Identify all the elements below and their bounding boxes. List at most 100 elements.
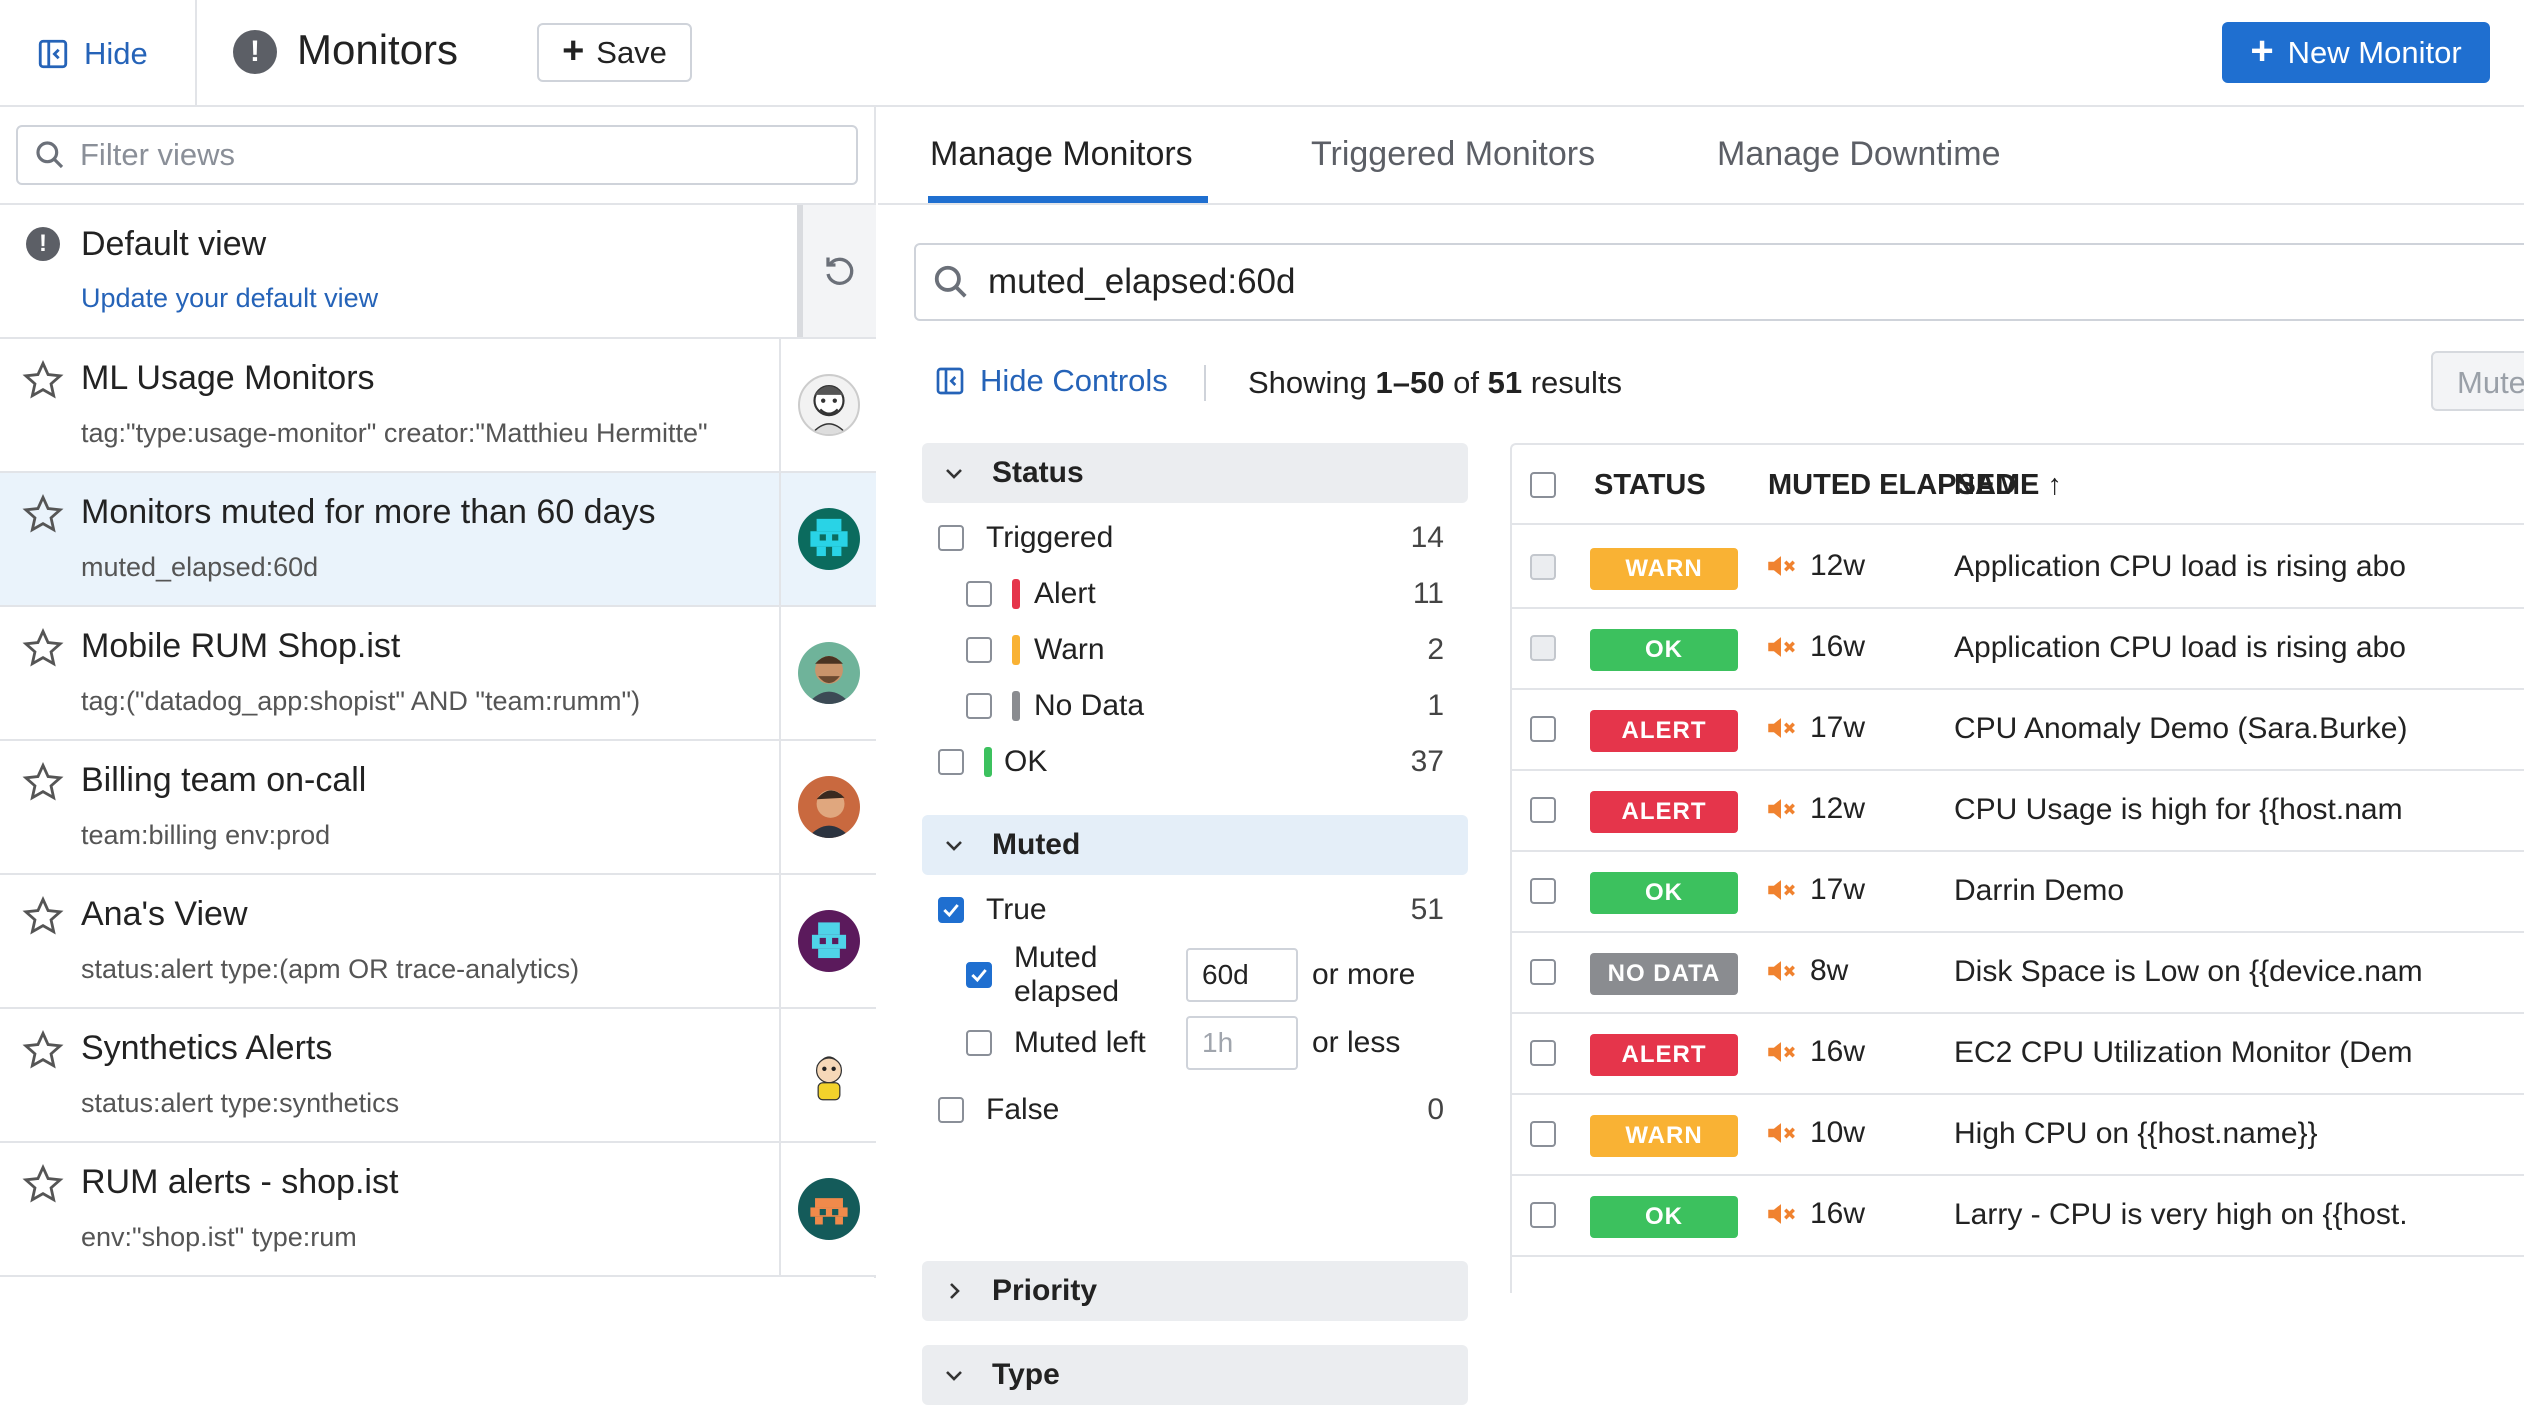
facet-option-ok[interactable]: OK 37 xyxy=(922,737,1468,787)
muted-speaker-icon xyxy=(1768,556,1795,576)
default-view-item[interactable]: ! Default view Update your default view xyxy=(0,205,876,337)
facet-option-muted-left[interactable]: Muted left 1h or less xyxy=(922,1015,1468,1071)
star-icon[interactable] xyxy=(22,895,64,937)
monitor-name-link[interactable]: Application CPU load is rising abo xyxy=(1954,631,2406,665)
saved-view-query: tag:"type:usage-monitor" creator:"Matthi… xyxy=(81,418,708,448)
avatar xyxy=(797,1044,860,1106)
facet-option-muted-false[interactable]: False 0 xyxy=(922,1085,1468,1135)
row-checkbox[interactable] xyxy=(1530,1121,1556,1147)
checkbox[interactable] xyxy=(938,1097,964,1123)
row-checkbox[interactable] xyxy=(1530,1202,1556,1228)
table-row[interactable]: WARN 10w High CPU on {{host.name}} xyxy=(1512,1094,2524,1176)
tab-triggered-monitors[interactable]: Triggered Monitors xyxy=(1311,135,1595,174)
table-row[interactable]: ALERT 16w EC2 CPU Utilization Monitor (Dem xyxy=(1512,1013,2524,1095)
table-row[interactable]: OK 17w Darrin Demo xyxy=(1512,851,2524,933)
checkbox[interactable] xyxy=(966,1030,992,1056)
filter-views-input[interactable] xyxy=(80,137,840,173)
facet-type-header[interactable]: Type xyxy=(922,1345,1468,1405)
plus-icon: + xyxy=(562,30,585,72)
saved-view-item[interactable]: Mobile RUM Shop.ist tag:("datadog_app:sh… xyxy=(0,607,876,739)
saved-view-item[interactable]: ML Usage Monitors tag:"type:usage-monito… xyxy=(0,339,876,471)
saved-view-query: muted_elapsed:60d xyxy=(81,552,319,582)
checkbox[interactable] xyxy=(938,525,964,551)
row-checkbox[interactable] xyxy=(1530,554,1556,580)
facet-title: Type xyxy=(992,1358,1060,1391)
table-row[interactable]: OK 16w Larry - CPU is very high on {{host. xyxy=(1512,1175,2524,1257)
facet-status-header[interactable]: Status xyxy=(922,443,1468,503)
avatar-cell xyxy=(779,1143,876,1275)
save-button[interactable]: + Save xyxy=(537,23,692,82)
muted-elapsed-cell: 12w xyxy=(1764,792,1865,826)
facet-option-muted-true[interactable]: True 51 xyxy=(922,885,1468,935)
monitor-name-link[interactable]: CPU Usage is high for {{host.nam xyxy=(1954,793,2403,827)
monitor-name-link[interactable]: Application CPU load is rising abo xyxy=(1954,550,2406,584)
facet-option-triggered[interactable]: Triggered 14 xyxy=(922,513,1468,563)
filter-views-field[interactable] xyxy=(16,125,858,185)
saved-view-item[interactable]: Synthetics Alerts status:alert type:synt… xyxy=(0,1009,876,1141)
status-badge: ALERT xyxy=(1590,710,1738,752)
row-checkbox[interactable] xyxy=(1530,635,1556,661)
monitor-name-link[interactable]: Darrin Demo xyxy=(1954,874,2124,908)
main-panel: Manage Monitors Triggered Monitors Manag… xyxy=(878,107,2524,1405)
row-checkbox[interactable] xyxy=(1530,797,1556,823)
muted-elapsed-cell: 10w xyxy=(1764,1116,1865,1150)
muted-elapsed-cell: 8w xyxy=(1764,954,1848,988)
column-header-name[interactable]: NAME ↑ xyxy=(1954,469,2062,502)
search-icon xyxy=(934,265,967,298)
star-icon[interactable] xyxy=(22,493,64,535)
star-icon[interactable] xyxy=(22,627,64,669)
tab-manage-monitors[interactable]: Manage Monitors xyxy=(930,135,1193,174)
checkbox-checked[interactable] xyxy=(966,962,992,988)
column-header-status[interactable]: STATUS xyxy=(1594,469,1706,502)
saved-view-item[interactable]: Billing team on-call team:billing env:pr… xyxy=(0,741,876,873)
row-checkbox[interactable] xyxy=(1530,878,1556,904)
table-row[interactable]: NO DATA 8w Disk Space is Low on {{device.n… xyxy=(1512,932,2524,1014)
facet-option-alert[interactable]: Alert 11 xyxy=(922,569,1468,619)
monitor-name-link[interactable]: Larry - CPU is very high on {{host. xyxy=(1954,1198,2408,1232)
facet-option-count: 37 xyxy=(1410,745,1444,778)
monitor-name-link[interactable]: EC2 CPU Utilization Monitor (Dem xyxy=(1954,1036,2412,1070)
hide-sidebar-button[interactable]: Hide xyxy=(36,28,148,80)
facet-title: Status xyxy=(992,456,1084,489)
facet-option-muted-elapsed[interactable]: Muted elapsed 60d or more xyxy=(922,941,1468,1008)
monitor-search-input[interactable]: muted_elapsed:60d xyxy=(914,243,2524,321)
monitors-table: STATUS MUTED ELAPSED NAME ↑ WARN 12w Appli… xyxy=(1510,443,2524,1293)
table-row[interactable]: ALERT 17w CPU Anomaly Demo (Sara.Burke) xyxy=(1512,689,2524,771)
saved-view-item[interactable]: RUM alerts - shop.ist env:"shop.ist" typ… xyxy=(0,1143,876,1275)
tab-manage-downtime[interactable]: Manage Downtime xyxy=(1717,135,2000,174)
star-icon[interactable] xyxy=(22,359,64,401)
facet-muted-header[interactable]: Muted xyxy=(922,815,1468,875)
table-row[interactable]: WARN 12w Application CPU load is rising ab… xyxy=(1512,527,2524,609)
checkbox-checked[interactable] xyxy=(938,897,964,923)
monitor-name-link[interactable]: Disk Space is Low on {{device.nam xyxy=(1954,955,2423,989)
saved-view-item[interactable]: Monitors muted for more than 60 days mut… xyxy=(0,473,876,605)
mute-button[interactable]: Mute xyxy=(2431,351,2524,411)
select-all-checkbox[interactable] xyxy=(1530,472,1556,498)
checkbox[interactable] xyxy=(966,693,992,719)
muted-left-input[interactable]: 1h xyxy=(1186,1016,1298,1070)
monitor-name-link[interactable]: High CPU on {{host.name}} xyxy=(1954,1117,2318,1151)
muted-elapsed-input[interactable]: 60d xyxy=(1186,948,1298,1002)
reset-view-button[interactable] xyxy=(797,205,876,337)
status-badge: OK xyxy=(1590,1196,1738,1238)
saved-view-item[interactable]: Ana's View status:alert type:(apm OR tra… xyxy=(0,875,876,1007)
checkbox[interactable] xyxy=(966,637,992,663)
star-icon[interactable] xyxy=(22,1029,64,1071)
star-icon[interactable] xyxy=(22,1163,64,1205)
facet-option-count: 2 xyxy=(1427,633,1444,666)
table-row[interactable]: ALERT 12w CPU Usage is high for {{host.nam xyxy=(1512,770,2524,852)
checkbox[interactable] xyxy=(966,581,992,607)
hide-controls-button[interactable]: Hide Controls xyxy=(934,363,1168,399)
row-checkbox[interactable] xyxy=(1530,1040,1556,1066)
update-default-view-link[interactable]: Update your default view xyxy=(81,283,378,314)
star-icon[interactable] xyxy=(22,761,64,803)
checkbox[interactable] xyxy=(938,749,964,775)
monitor-name-link[interactable]: CPU Anomaly Demo (Sara.Burke) xyxy=(1954,712,2408,746)
facet-option-warn[interactable]: Warn 2 xyxy=(922,625,1468,675)
facet-priority-header[interactable]: Priority xyxy=(922,1261,1468,1321)
row-checkbox[interactable] xyxy=(1530,716,1556,742)
new-monitor-button[interactable]: + New Monitor xyxy=(2222,22,2490,83)
table-row[interactable]: OK 16w Application CPU load is rising abo xyxy=(1512,608,2524,690)
row-checkbox[interactable] xyxy=(1530,959,1556,985)
facet-option-no-data[interactable]: No Data 1 xyxy=(922,681,1468,731)
